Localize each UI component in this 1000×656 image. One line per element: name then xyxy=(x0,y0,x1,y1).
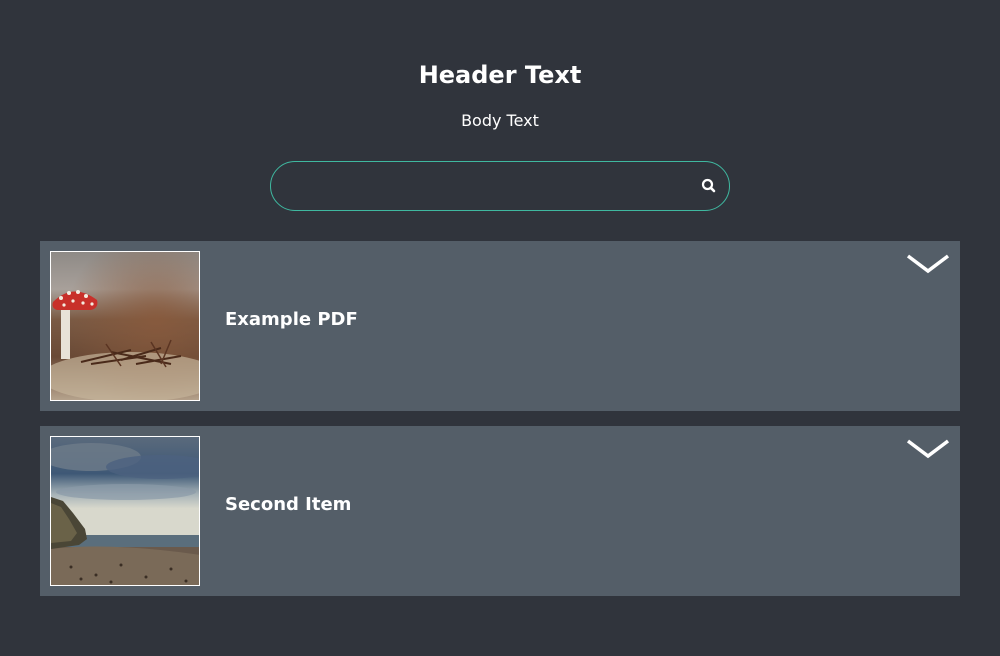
page: Header Text Body Text Example PDF Second… xyxy=(0,0,1000,656)
search-bar xyxy=(270,161,730,211)
coastline-thumbnail xyxy=(50,436,200,586)
mushroom-thumbnail xyxy=(50,251,200,401)
item-title[interactable]: Example PDF xyxy=(225,307,358,333)
list-item[interactable]: Second Item xyxy=(40,426,960,596)
list-item[interactable]: Example PDF xyxy=(40,241,960,411)
search-input[interactable] xyxy=(293,162,693,210)
body-text: Body Text xyxy=(461,111,539,130)
chevron-down-icon[interactable] xyxy=(906,438,950,460)
search-icon[interactable] xyxy=(699,176,719,196)
header-title: Header Text xyxy=(418,61,582,89)
item-title[interactable]: Second Item xyxy=(225,492,351,518)
chevron-down-icon[interactable] xyxy=(906,253,950,275)
